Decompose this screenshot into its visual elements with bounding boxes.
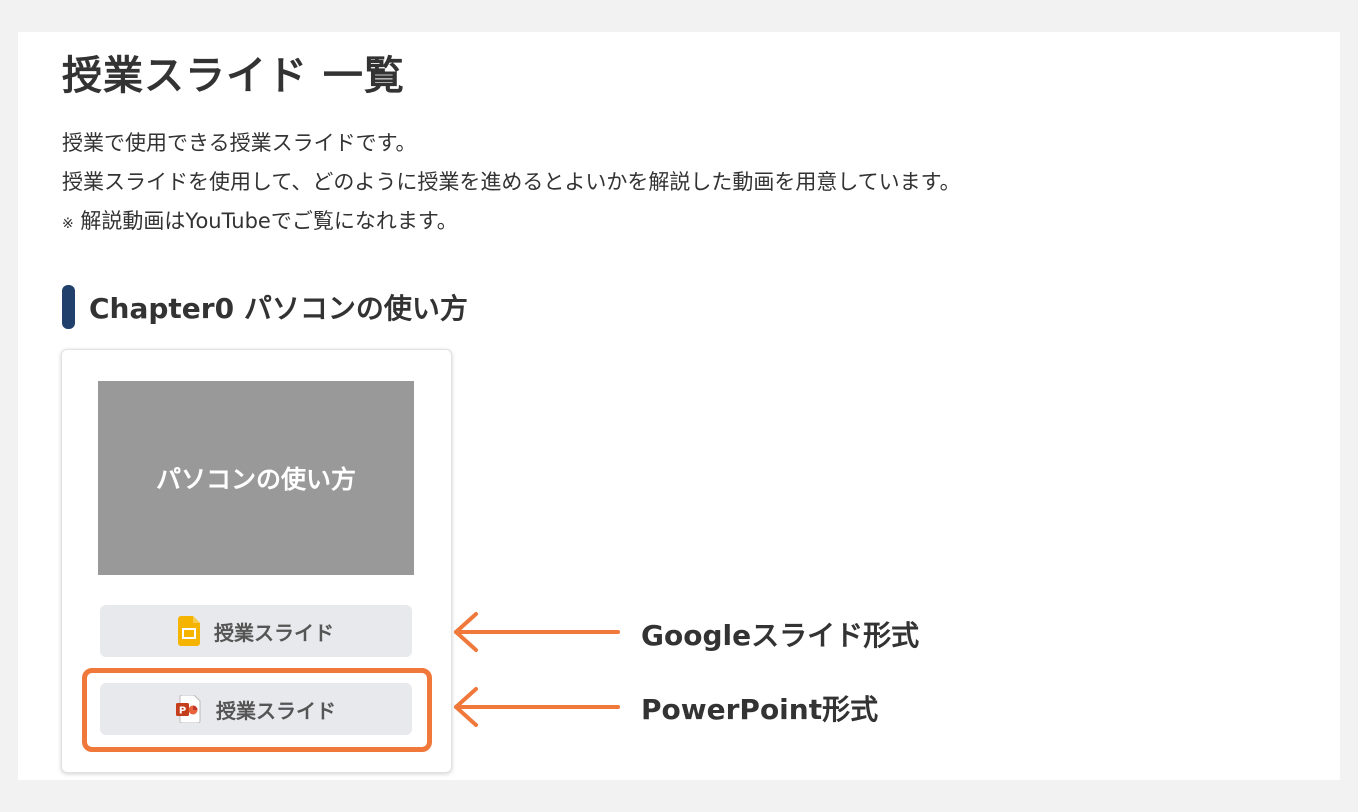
page-title: 授業スライド 一覧 xyxy=(62,53,405,99)
page-description: 授業で使用できる授業スライドです。 授業スライドを使用して、どのように授業を進め… xyxy=(62,124,961,244)
google-slides-button-label: 授業スライド xyxy=(214,620,334,645)
note-mark: ※ xyxy=(62,216,74,232)
description-line-2: 授業スライドを使用して、どのように授業を進めるとよいかを解説した動画を用意してい… xyxy=(62,170,961,194)
google-slides-icon xyxy=(178,616,200,646)
powerpoint-highlight-frame xyxy=(82,668,432,752)
thumbnail-title: パソコンの使い方 xyxy=(155,465,356,494)
arrow-left-icon xyxy=(454,612,620,652)
google-format-label: Googleスライド形式 xyxy=(641,619,920,652)
description-line-1: 授業で使用できる授業スライドです。 xyxy=(62,131,417,155)
google-slides-button[interactable]: 授業スライド xyxy=(100,605,412,657)
chapter-accent-bar xyxy=(62,285,75,329)
slide-thumbnail[interactable]: パソコンの使い方 xyxy=(98,381,414,575)
arrow-left-icon xyxy=(454,687,620,727)
chapter-title: Chapter0 パソコンの使い方 xyxy=(89,292,468,325)
description-note: ※ 解説動画はYouTubeでご覧になれます。 xyxy=(62,202,961,244)
note-text: 解説動画はYouTubeでご覧になれます。 xyxy=(80,209,458,233)
powerpoint-format-label: PowerPoint形式 xyxy=(641,693,879,726)
chapter-heading: Chapter0 パソコンの使い方 xyxy=(62,284,468,330)
